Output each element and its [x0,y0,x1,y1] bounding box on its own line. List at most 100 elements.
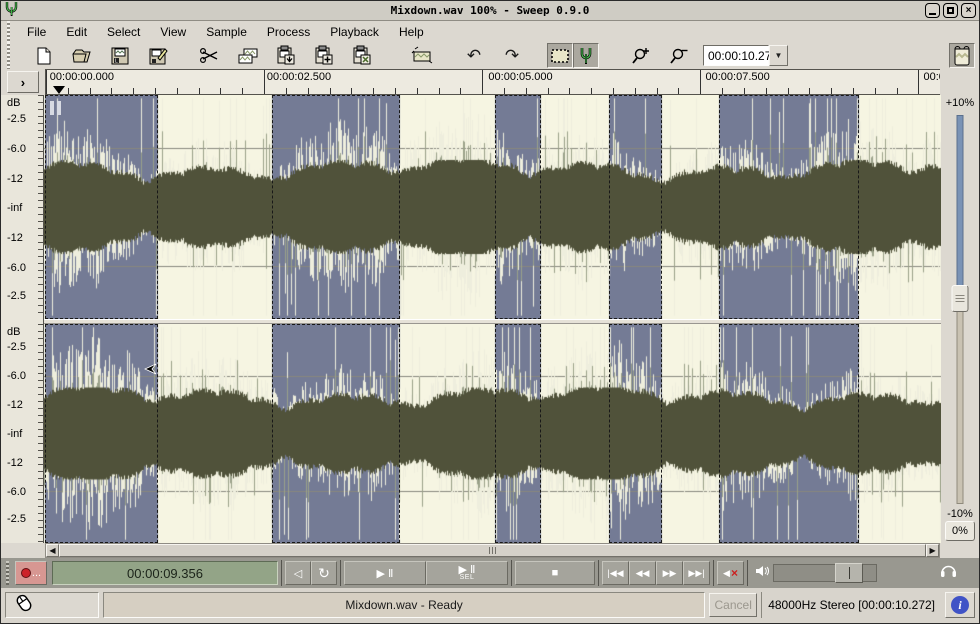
menu-help[interactable]: Help [389,23,434,41]
cut-button[interactable] [197,43,223,68]
volume-handle[interactable] [835,563,863,583]
record-button[interactable]: ... [15,561,47,585]
duration-combo: 00:00:10.272 ▼ [703,45,788,66]
zoom-reset-button[interactable]: 0% [945,521,975,541]
menu-playback[interactable]: Playback [320,23,389,41]
menu-view[interactable]: View [150,23,196,41]
menu-sample[interactable]: Sample [196,23,257,41]
play-selection-button[interactable]: ▶ ⅡSEL [426,561,508,585]
save-icon: L [110,46,130,66]
duration-dropdown-button[interactable]: ▼ [769,45,788,66]
db-label: -2.5 [7,513,26,525]
volume-slider[interactable] [773,564,877,582]
info-button[interactable]: i [945,592,975,618]
crop-button[interactable] [409,43,435,68]
transport-gripper[interactable] [4,561,12,585]
play-pause-icon: ▶ Ⅱ [377,567,394,580]
slider-track-lower[interactable] [956,297,963,504]
zoom-in-icon [631,46,653,66]
menu-file[interactable]: File [17,23,56,41]
db-label: -2.5 [7,290,26,302]
record-icon [21,568,31,578]
scripts-button[interactable] [949,43,975,68]
ffwd-icon: ▶▶ [663,568,677,579]
save-as-button[interactable] [145,43,171,68]
stop-icon: ■ [552,567,559,579]
mute-button[interactable]: ◀× [717,561,744,585]
duration-entry[interactable]: 00:00:10.272 [703,45,769,66]
waveform-channel-2[interactable] [44,324,941,543]
vertical-zoom-slider[interactable] [941,111,979,506]
zoom-out-button[interactable] [667,43,693,68]
scrollbar-thumb[interactable] [59,544,926,557]
arrow-right-icon: ▶ [930,546,936,555]
mute-x-icon: × [731,566,738,580]
menubar-gripper[interactable] [5,21,13,42]
titlebar[interactable]: Mixdown.wav 100% - Sweep 0.9.0 × [1,1,979,21]
expander-button[interactable]: › [7,71,39,93]
headphones-icon[interactable] [940,563,957,583]
slider-handle[interactable] [951,285,968,312]
play-reverse-button[interactable]: ◁ [285,561,311,585]
zoom-in-button[interactable] [629,43,655,68]
menu-process[interactable]: Process [257,23,320,41]
transport-bar: ... 00:00:09.356 ◁ ↻ ▶ Ⅱ ▶ ⅡSEL ■ |◀◀ ◀◀… [1,558,979,588]
open-button[interactable] [69,43,95,68]
db-label: -inf [7,428,22,440]
undo-icon: ↶ [467,47,481,64]
paste-icon [275,45,297,66]
scroll-left-button[interactable]: ◀ [46,544,59,557]
pause-state-icon [50,101,61,115]
go-end-button[interactable]: ▶▶| [683,561,710,585]
rect-select-tool-button[interactable] [547,43,573,68]
save-button[interactable]: L [107,43,133,68]
playhead-marker[interactable] [53,86,65,94]
fork-tool-icon [579,47,593,65]
scripts-scroll-icon [951,45,973,67]
loop-button[interactable]: ↻ [311,561,337,585]
db-label: -2.5 [7,113,26,125]
minimize-button[interactable] [925,3,940,18]
db-scale-channel-1: dB -2.5 -6.0 -12 -inf -12 -6.0 -2.5 [1,95,43,319]
stop-button[interactable]: ■ [515,561,595,585]
horizontal-scrollbar[interactable]: ◀ ▶ [45,543,940,558]
sweep-window: Mixdown.wav 100% - Sweep 0.9.0 × File Ed… [0,0,980,624]
crop-icon [410,45,434,67]
cancel-button[interactable]: Cancel [709,593,757,617]
close-button[interactable]: × [961,3,976,18]
go-start-button[interactable]: |◀◀ [602,561,629,585]
scroll-right-button[interactable]: ▶ [926,544,939,557]
fork-tool-button[interactable] [573,43,599,68]
ruler-label: 00:00:00.000 [50,71,114,83]
menu-edit[interactable]: Edit [56,23,97,41]
zoom-bottom-label: -10% [947,508,973,520]
paste-xfade-icon [351,45,373,66]
ffwd-button[interactable]: ▶▶ [656,561,683,585]
db-unit-label: dB [7,97,20,109]
rewind-button[interactable]: ◀◀ [629,561,656,585]
muted-speaker-icon: ◀ [723,568,730,579]
playback-time-display[interactable]: 00:00:09.356 [52,561,278,585]
new-file-button[interactable] [31,43,57,68]
paste-xfade-button[interactable] [349,43,375,68]
db-label: -2.5 [7,341,26,353]
thumb-grip-icon [489,547,496,554]
go-start-icon: |◀◀ [607,568,623,579]
rect-select-tool-icon [550,48,570,64]
waveform-channel-1[interactable] [44,95,941,319]
slider-track-upper[interactable] [956,115,963,297]
copy-button[interactable] [235,43,261,68]
go-end-icon: ▶▶| [688,568,704,579]
rewind-icon: ◀◀ [636,568,650,579]
undo-button[interactable]: ↶ [461,43,487,68]
play-pause-button[interactable]: ▶ Ⅱ [344,561,426,585]
toolbar-gripper[interactable] [5,42,13,69]
paste-mix-icon [313,45,335,66]
maximize-button[interactable] [943,3,958,18]
arrow-left-icon: ◀ [49,546,55,555]
menu-select[interactable]: Select [97,23,150,41]
paste-button[interactable] [273,43,299,68]
redo-button[interactable]: ↷ [499,43,525,68]
paste-mix-button[interactable] [311,43,337,68]
time-ruler[interactable]: 00:00:00.000 00:00:02.500 00:00:05.000 0… [45,69,940,95]
